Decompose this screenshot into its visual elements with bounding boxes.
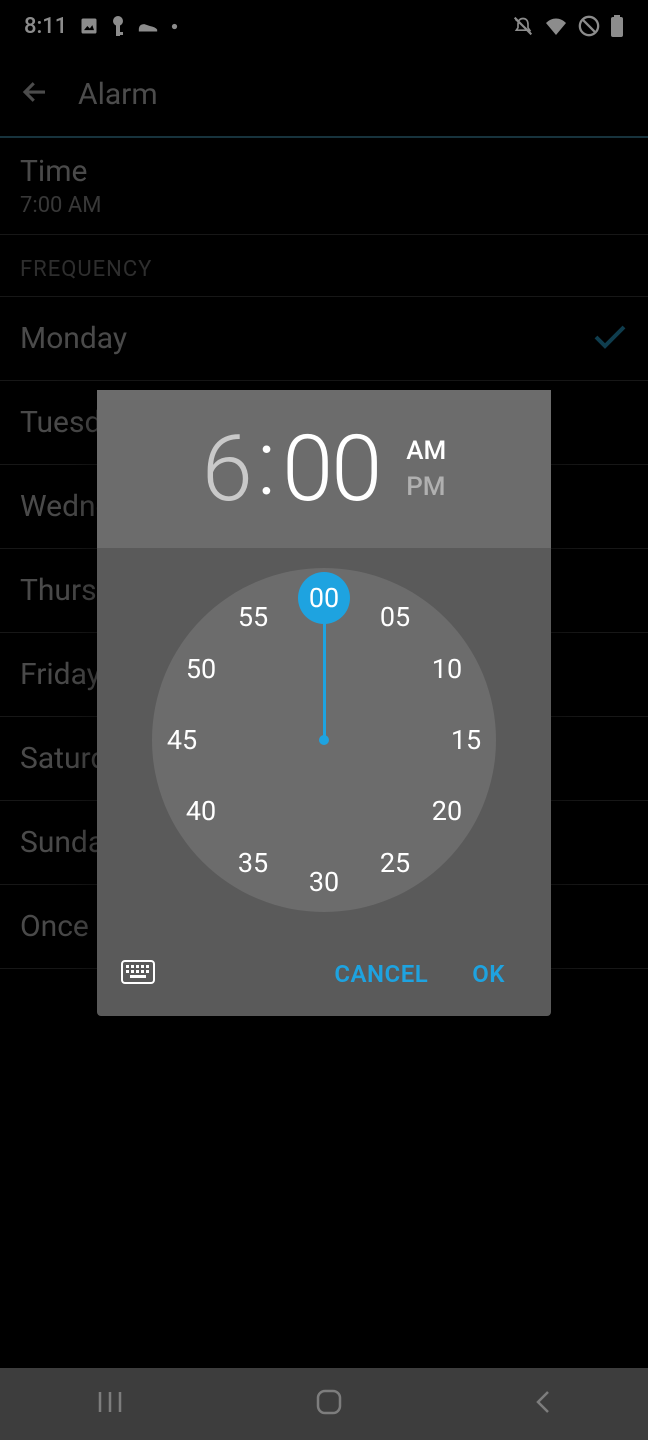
dialog-actions: CANCEL OK bbox=[97, 932, 551, 1016]
minute-tick[interactable]: 10 bbox=[421, 643, 473, 695]
time-colon: : bbox=[251, 410, 282, 517]
keyboard-icon[interactable] bbox=[121, 960, 155, 988]
minute-tick[interactable]: 30 bbox=[298, 856, 350, 908]
minute-tick[interactable]: 45 bbox=[156, 714, 208, 766]
time-picker-header: 6 : 00 AM PM bbox=[97, 390, 551, 548]
minute-tick[interactable]: 05 bbox=[369, 591, 421, 643]
minute-tick[interactable]: 15 bbox=[440, 714, 492, 766]
ok-button[interactable]: OK bbox=[450, 950, 527, 998]
minute-tick[interactable]: 20 bbox=[421, 785, 473, 837]
clock-center bbox=[319, 735, 329, 745]
clock-area: 00 0510 15 2025 30 3540 45 5055 bbox=[97, 548, 551, 932]
cancel-button[interactable]: CANCEL bbox=[312, 950, 450, 998]
minute-tick[interactable]: 55 bbox=[227, 591, 279, 643]
minute-tick[interactable]: 40 bbox=[175, 785, 227, 837]
clock-face[interactable]: 00 0510 15 2025 30 3540 45 5055 bbox=[152, 568, 496, 912]
minute-tick[interactable]: 35 bbox=[227, 837, 279, 889]
pm-toggle[interactable]: PM bbox=[406, 472, 446, 502]
minute-tick[interactable]: 00 bbox=[298, 572, 350, 624]
minute-tick[interactable]: 50 bbox=[175, 643, 227, 695]
time-picker-dialog: 6 : 00 AM PM 00 0510 15 2025 30 3540 45 5055 CA… bbox=[97, 390, 551, 1016]
minute-display[interactable]: 00 bbox=[282, 416, 380, 523]
am-toggle[interactable]: AM bbox=[406, 436, 446, 466]
hour-display[interactable]: 6 bbox=[202, 416, 251, 523]
minute-tick[interactable]: 25 bbox=[369, 837, 421, 889]
